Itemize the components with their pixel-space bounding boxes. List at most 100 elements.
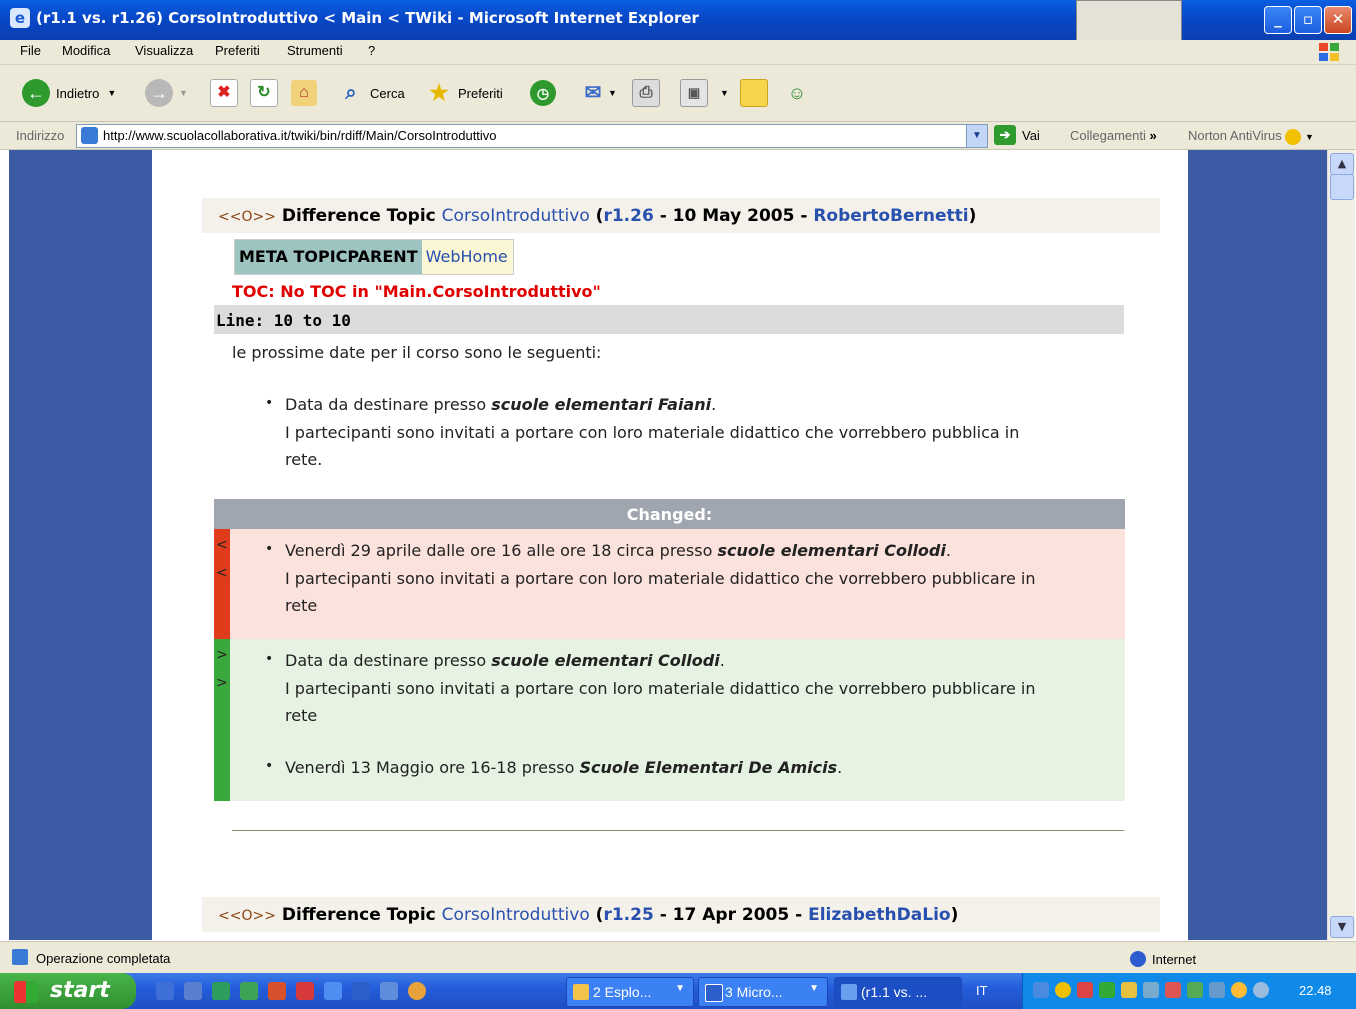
address-input[interactable]: http://www.scuolacollaborativa.it/twiki/… — [76, 124, 988, 148]
search-button[interactable]: ⌕ Cerca — [338, 77, 405, 109]
meta-topicparent: META TOPICPARENT WebHome — [234, 239, 514, 275]
messenger-icon: ☺ — [787, 83, 807, 103]
folder-icon — [573, 984, 589, 1000]
back-button[interactable]: ← Indietro ▼ — [22, 77, 116, 109]
scroll-thumb[interactable] — [1330, 174, 1354, 200]
item-detail-end: rete. — [285, 450, 323, 469]
tray-security-icon[interactable] — [1077, 982, 1093, 998]
tray-network-icon[interactable] — [1033, 982, 1049, 998]
menu-preferiti[interactable]: Preferiti — [215, 43, 260, 58]
quicklaunch-ie-icon[interactable] — [156, 982, 174, 1000]
close-button[interactable]: ✕ — [1324, 6, 1352, 34]
security-zone: Internet — [1130, 951, 1196, 967]
mail-dropdown-icon[interactable]: ▼ — [608, 88, 617, 98]
browser-viewport: <<O>> Difference Topic CorsoIntroduttivo… — [9, 150, 1327, 940]
tray-app-icon[interactable] — [1121, 982, 1137, 998]
menu-modifica[interactable]: Modifica — [62, 43, 110, 58]
task-label: (r1.1 vs. ... — [861, 984, 928, 1000]
norton-dropdown-icon[interactable]: ▼ — [1305, 132, 1314, 142]
menu-file[interactable]: File — [20, 43, 41, 58]
address-dropdown-icon[interactable]: ▼ — [966, 125, 987, 147]
favorites-button[interactable]: ★ Preferiti — [426, 77, 503, 109]
menu-help[interactable]: ? — [368, 43, 375, 58]
task-dropdown-icon: ▼ — [809, 983, 819, 994]
menu-visualizza[interactable]: Visualizza — [135, 43, 193, 58]
tray-shield-icon[interactable] — [1165, 982, 1181, 998]
links-button[interactable]: Collegamenti » — [1070, 128, 1157, 143]
home-button[interactable]: ⌂ — [291, 77, 317, 109]
menu-strumenti[interactable]: Strumenti — [287, 43, 343, 58]
forward-button[interactable]: → ▼ — [145, 77, 188, 109]
vertical-scrollbar[interactable]: ▲ ▼ — [1327, 150, 1355, 940]
favorites-label: Preferiti — [458, 85, 503, 101]
twiki-page: <<O>> Difference Topic CorsoIntroduttivo… — [152, 150, 1188, 940]
bullet-icon: • — [265, 395, 274, 411]
back-dropdown-icon[interactable]: ▼ — [107, 88, 116, 98]
quicklaunch-show-desktop-icon[interactable] — [184, 982, 202, 1000]
maximize-button[interactable]: ▫ — [1294, 6, 1322, 34]
page-icon — [81, 127, 98, 144]
search-label: Cerca — [370, 85, 405, 101]
tray-monitor-icon[interactable] — [1143, 982, 1159, 998]
messenger-button[interactable]: ☺ — [784, 77, 810, 109]
favorites-star-icon: ★ — [429, 80, 449, 105]
tray-users-icon[interactable] — [1099, 982, 1115, 998]
scroll-up-icon[interactable]: ▲ — [1330, 153, 1354, 175]
quicklaunch-powerpoint-icon[interactable] — [268, 982, 286, 1000]
taskbar-explorer-group[interactable]: 2 Esplo... ▼ — [566, 977, 694, 1007]
go-arrow-icon: ➔ — [994, 125, 1016, 145]
edit-button[interactable]: ▣ ▼ — [680, 77, 729, 109]
topic-link[interactable]: CorsoIntroduttivo — [442, 905, 590, 925]
removed-detail: I partecipanti sono invitati a portare c… — [285, 569, 1036, 588]
norton-label: Norton AntiVirus — [1188, 128, 1282, 143]
revision-link[interactable]: r1.25 — [603, 905, 653, 925]
language-indicator[interactable]: IT — [976, 983, 988, 998]
quicklaunch-excel-icon[interactable] — [212, 982, 230, 1000]
tray-display-icon[interactable] — [1209, 982, 1225, 998]
notes-button[interactable] — [740, 77, 768, 109]
added-block: > > • Data da destinare presso scuole el… — [214, 639, 1125, 801]
forward-dropdown-icon[interactable]: ▼ — [179, 88, 188, 98]
clock: 22.48 — [1299, 983, 1332, 998]
edit-dropdown-icon[interactable]: ▼ — [720, 88, 729, 98]
toc-error: TOC: No TOC in "Main.CorsoIntroduttivo" — [232, 282, 601, 301]
minimize-button[interactable]: _ — [1264, 6, 1292, 34]
quicklaunch-word-icon[interactable] — [352, 982, 370, 1000]
tray-connection-icon[interactable] — [1187, 982, 1203, 998]
norton-button[interactable]: Norton AntiVirus ▼ — [1188, 128, 1314, 145]
print-button[interactable]: ⎙ — [632, 77, 660, 109]
diff-nav-link[interactable]: <<O>> — [218, 908, 276, 924]
quicklaunch-media-icon[interactable] — [408, 982, 426, 1000]
topic-link[interactable]: CorsoIntroduttivo — [442, 206, 590, 226]
diff-nav-link[interactable]: <<O>> — [218, 209, 276, 225]
history-button[interactable]: ◷ — [530, 77, 556, 109]
author-link[interactable]: RobertoBernetti — [813, 206, 968, 226]
quicklaunch-project-icon[interactable] — [240, 982, 258, 1000]
author-link[interactable]: ElizabethDaLio — [808, 905, 950, 925]
stop-button[interactable]: ✖ — [210, 77, 238, 109]
tray-volume-icon[interactable] — [1253, 982, 1269, 998]
diff-header: <<O>> Difference Topic CorsoIntroduttivo… — [202, 198, 1160, 233]
tray-norton-icon[interactable] — [1055, 982, 1071, 998]
revision-link[interactable]: r1.26 — [603, 206, 653, 226]
go-button[interactable]: ➔ Vai — [994, 125, 1040, 145]
refresh-button[interactable]: ↻ — [250, 77, 278, 109]
scroll-down-icon[interactable]: ▼ — [1330, 916, 1354, 938]
quicklaunch-acrobat-icon[interactable] — [296, 982, 314, 1000]
meta-parent-link[interactable]: WebHome — [421, 240, 513, 274]
quicklaunch-browser-icon[interactable] — [324, 982, 342, 1000]
added-detail-end: rete — [285, 706, 318, 725]
quicklaunch-outlook-icon[interactable] — [380, 982, 398, 1000]
diff-prefix: Difference Topic — [281, 206, 436, 226]
item-place: scuole elementari Faiani — [491, 395, 712, 414]
mail-button[interactable]: ✉ ▼ — [580, 77, 617, 109]
window-title: (r1.1 vs. r1.26) CorsoIntroduttivo < Mai… — [36, 9, 699, 27]
tray-media-icon[interactable] — [1231, 982, 1247, 998]
removed-place: scuole elementari Collodi — [717, 541, 946, 560]
start-button[interactable]: start — [0, 973, 136, 1009]
separator — [232, 830, 1124, 831]
taskbar-word-group[interactable]: 3 Micro... ▼ — [698, 977, 828, 1007]
changed-label: Changed: — [626, 505, 713, 524]
taskbar-ie-window[interactable]: (r1.1 vs. ... — [834, 977, 962, 1007]
window-title-bar[interactable]: e (r1.1 vs. r1.26) CorsoIntroduttivo < M… — [0, 0, 1356, 62]
